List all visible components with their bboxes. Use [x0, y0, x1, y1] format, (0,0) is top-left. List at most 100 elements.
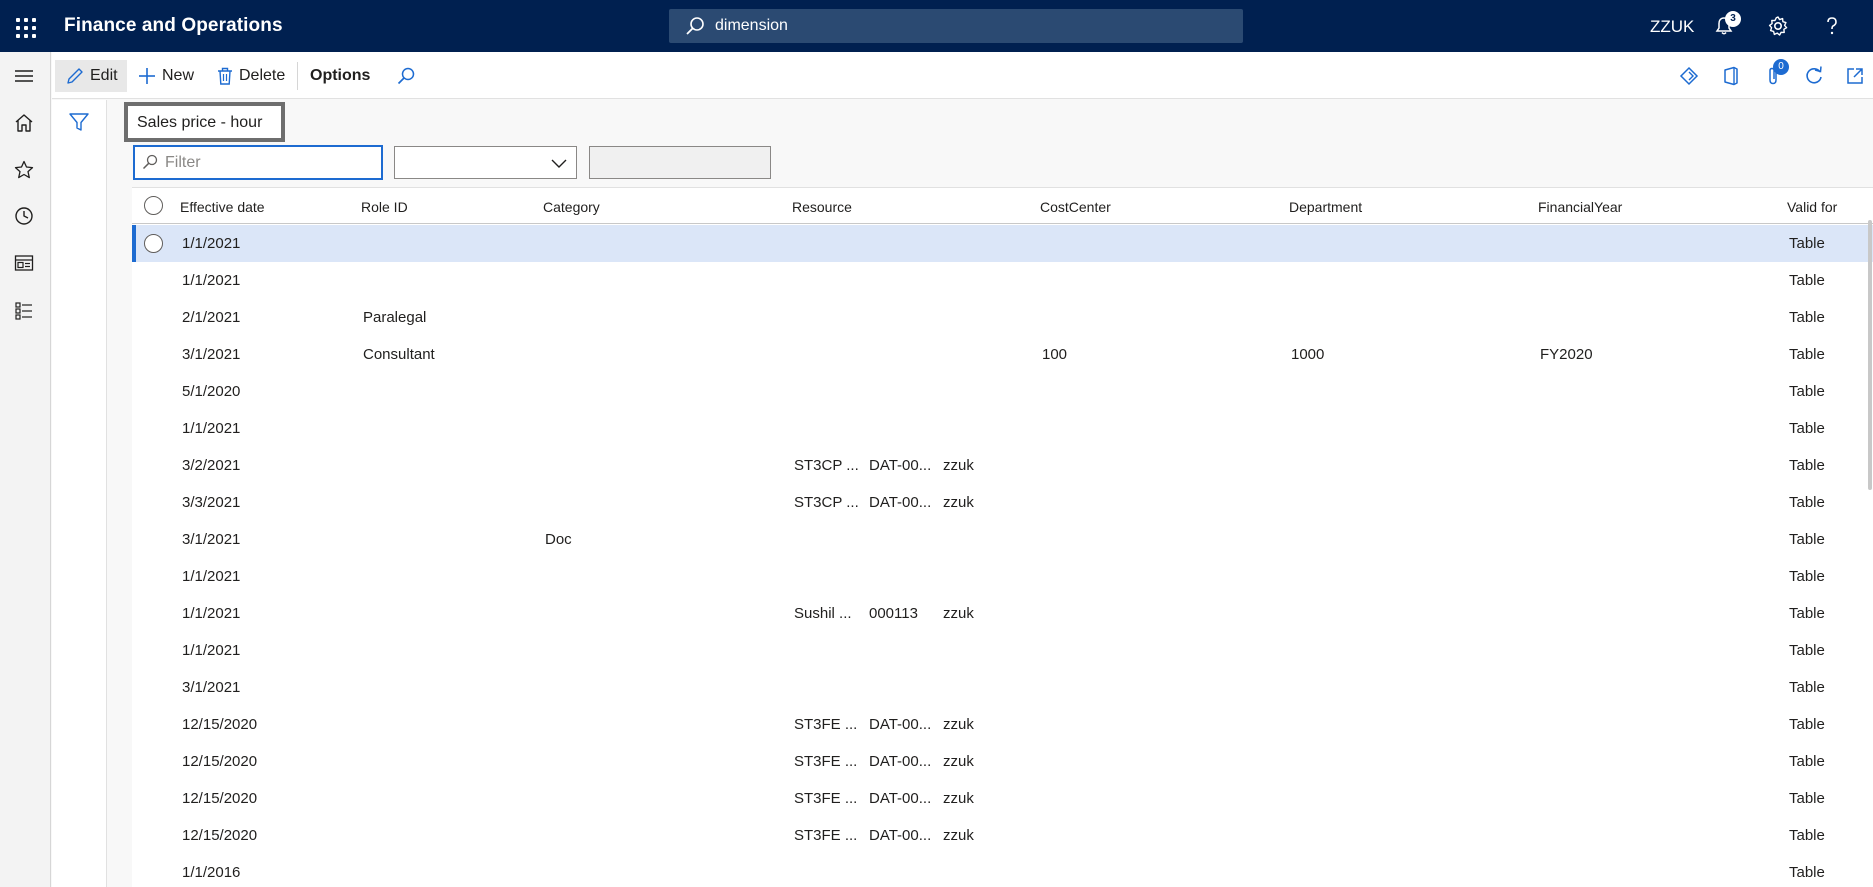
- cell-resource-name[interactable]: ST3FE ...: [794, 716, 857, 733]
- cell-financialyear[interactable]: FY2020: [1540, 346, 1593, 363]
- cell-resource-id[interactable]: DAT-00...: [869, 827, 931, 844]
- cell-resource-id[interactable]: DAT-00...: [869, 753, 931, 770]
- header-financialyear[interactable]: FinancialYear: [1538, 199, 1622, 215]
- grid-filter-field[interactable]: [133, 145, 383, 180]
- cell-valid-for[interactable]: Table: [1789, 531, 1825, 548]
- cell-valid-for[interactable]: Table: [1789, 494, 1825, 511]
- cell-resource-id[interactable]: DAT-00...: [869, 457, 931, 474]
- refresh-button[interactable]: [1800, 62, 1828, 90]
- hamburger-icon[interactable]: [10, 62, 38, 90]
- table-row[interactable]: 1/1/2021 Table: [132, 558, 1873, 595]
- cell-role-id[interactable]: Paralegal: [363, 309, 426, 326]
- cell-valid-for[interactable]: Table: [1789, 827, 1825, 844]
- cell-effective-date[interactable]: 3/3/2021: [182, 494, 240, 511]
- header-role-id[interactable]: Role ID: [361, 199, 408, 215]
- notifications-button[interactable]: 3: [1710, 11, 1741, 40]
- cell-department[interactable]: 1000: [1291, 346, 1324, 363]
- cell-valid-for[interactable]: Table: [1789, 383, 1825, 400]
- table-row[interactable]: 1/1/2021 Sushil ... 000113 zzuk Table: [132, 595, 1873, 632]
- cell-valid-for[interactable]: Table: [1789, 568, 1825, 585]
- cell-resource-company[interactable]: zzuk: [943, 827, 974, 844]
- cell-valid-for[interactable]: Table: [1789, 420, 1825, 437]
- cell-category[interactable]: Doc: [545, 531, 572, 548]
- select-all-checkbox[interactable]: [144, 196, 163, 215]
- table-row[interactable]: 3/2/2021 ST3CP ... DAT-00... zzuk Table: [132, 447, 1873, 484]
- view-title[interactable]: Sales price - hour: [124, 102, 285, 142]
- table-row[interactable]: 5/1/2020 Table: [132, 373, 1873, 410]
- cell-resource-name[interactable]: ST3FE ...: [794, 790, 857, 807]
- cell-effective-date[interactable]: 3/2/2021: [182, 457, 240, 474]
- cell-effective-date[interactable]: 3/1/2021: [182, 531, 240, 548]
- header-effective-date[interactable]: Effective date: [180, 199, 265, 215]
- company-label[interactable]: ZZUK: [1650, 17, 1694, 37]
- cell-effective-date[interactable]: 2/1/2021: [182, 309, 240, 326]
- cell-valid-for[interactable]: Table: [1789, 346, 1825, 363]
- cell-resource-name[interactable]: Sushil ...: [794, 605, 852, 622]
- cell-costcenter[interactable]: 100: [1042, 346, 1067, 363]
- cell-resource-id[interactable]: DAT-00...: [869, 494, 931, 511]
- cell-valid-for[interactable]: Table: [1789, 642, 1825, 659]
- table-row[interactable]: 12/15/2020 ST3FE ... DAT-00... zzuk Table: [132, 743, 1873, 780]
- cell-valid-for[interactable]: Table: [1789, 605, 1825, 622]
- cell-effective-date[interactable]: 3/1/2021: [182, 679, 240, 696]
- help-button[interactable]: [1818, 12, 1846, 40]
- cell-valid-for[interactable]: Table: [1789, 716, 1825, 733]
- app-launcher-icon[interactable]: [10, 12, 38, 40]
- vertical-scrollbar[interactable]: [1868, 220, 1872, 490]
- home-icon[interactable]: [10, 109, 38, 137]
- table-row[interactable]: 1/1/2021 Table: [132, 225, 1873, 262]
- table-row[interactable]: 3/1/2021 Doc Table: [132, 521, 1873, 558]
- cell-valid-for[interactable]: Table: [1789, 679, 1825, 696]
- cell-resource-name[interactable]: ST3FE ...: [794, 753, 857, 770]
- cell-resource-company[interactable]: zzuk: [943, 494, 974, 511]
- options-tab[interactable]: Options: [310, 60, 370, 92]
- find-button[interactable]: [396, 60, 422, 92]
- app-title[interactable]: Finance and Operations: [64, 15, 283, 37]
- list-icon[interactable]: [10, 297, 38, 325]
- filter-icon[interactable]: [68, 112, 90, 137]
- cell-effective-date[interactable]: 1/1/2021: [182, 272, 240, 289]
- settings-button[interactable]: [1764, 12, 1792, 40]
- header-resource[interactable]: Resource: [792, 199, 852, 215]
- view-dropdown[interactable]: [394, 146, 577, 179]
- cell-valid-for[interactable]: Table: [1789, 790, 1825, 807]
- cell-valid-for[interactable]: Table: [1789, 753, 1825, 770]
- table-row[interactable]: 3/3/2021 ST3CP ... DAT-00... zzuk Table: [132, 484, 1873, 521]
- cell-resource-company[interactable]: zzuk: [943, 457, 974, 474]
- cell-resource-id[interactable]: 000113: [869, 605, 918, 622]
- cell-resource-id[interactable]: DAT-00...: [869, 790, 931, 807]
- header-category[interactable]: Category: [543, 199, 600, 215]
- cell-effective-date[interactable]: 3/1/2021: [182, 346, 240, 363]
- star-icon[interactable]: [10, 156, 38, 184]
- table-row[interactable]: 1/1/2021 Table: [132, 632, 1873, 669]
- table-row[interactable]: 1/1/2021 Table: [132, 262, 1873, 299]
- cell-role-id[interactable]: Consultant: [363, 346, 435, 363]
- cell-effective-date[interactable]: 1/1/2021: [182, 420, 240, 437]
- cell-resource-company[interactable]: zzuk: [943, 790, 974, 807]
- cell-resource-company[interactable]: zzuk: [943, 753, 974, 770]
- cell-resource-name[interactable]: ST3FE ...: [794, 827, 857, 844]
- header-department[interactable]: Department: [1289, 199, 1362, 215]
- cell-valid-for[interactable]: Table: [1789, 864, 1825, 881]
- workspace-icon[interactable]: [10, 249, 38, 277]
- cell-effective-date[interactable]: 1/1/2021: [182, 605, 240, 622]
- table-row[interactable]: 12/15/2020 ST3FE ... DAT-00... zzuk Table: [132, 780, 1873, 817]
- delete-button[interactable]: Delete: [217, 60, 285, 92]
- cell-valid-for[interactable]: Table: [1789, 309, 1825, 326]
- cell-effective-date[interactable]: 12/15/2020: [182, 827, 257, 844]
- table-row[interactable]: 1/1/2021 Table: [132, 410, 1873, 447]
- table-row[interactable]: 3/1/2021 Consultant 100 1000 FY2020 Table: [132, 336, 1873, 373]
- cell-valid-for[interactable]: Table: [1789, 235, 1825, 252]
- cell-effective-date[interactable]: 12/15/2020: [182, 790, 257, 807]
- cell-effective-date[interactable]: 1/1/2021: [182, 642, 240, 659]
- table-row[interactable]: 3/1/2021 Table: [132, 669, 1873, 706]
- cell-effective-date[interactable]: 1/1/2016: [182, 864, 240, 881]
- power-apps-button[interactable]: [1675, 62, 1703, 90]
- cell-effective-date[interactable]: 5/1/2020: [182, 383, 240, 400]
- cell-resource-name[interactable]: ST3CP ...: [794, 457, 859, 474]
- clock-icon[interactable]: [10, 202, 38, 230]
- cell-effective-date[interactable]: 1/1/2021: [182, 568, 240, 585]
- table-row[interactable]: 2/1/2021 Paralegal Table: [132, 299, 1873, 336]
- cell-valid-for[interactable]: Table: [1789, 272, 1825, 289]
- table-row[interactable]: 1/1/2016 Table: [132, 854, 1873, 887]
